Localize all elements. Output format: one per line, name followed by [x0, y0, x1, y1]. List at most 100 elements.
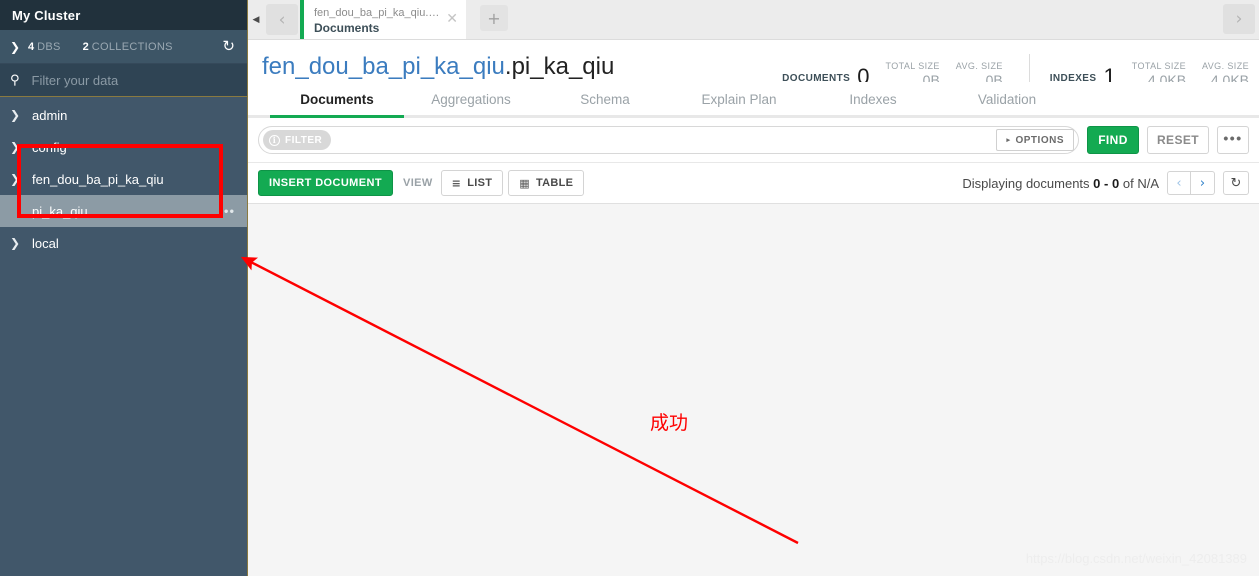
pagination-prev-button[interactable]: ‹ — [1167, 171, 1191, 195]
sidebar: My Cluster ❯ 4 DBS 2 COLLECTIONS ↻ ⚲ ❯ a… — [0, 0, 248, 576]
database-name: local — [32, 235, 59, 251]
tab-label: Explain Plan — [701, 92, 777, 107]
tab-documents[interactable]: fen_dou_ba_pi_ka_qiu.pi… Documents ✕ — [300, 0, 466, 39]
reset-label: RESET — [1156, 133, 1199, 147]
tab-back-button[interactable]: ‹ — [266, 4, 298, 35]
sidebar-filter-row[interactable]: ⚲ — [0, 64, 247, 97]
pagination-total: N/A — [1137, 175, 1159, 191]
cluster-title: My Cluster — [12, 7, 81, 23]
view-list-button[interactable]: ≡ LIST — [440, 170, 504, 196]
info-icon: i — [269, 134, 280, 146]
documents-avg-size-label: AVG. SIZE — [955, 61, 1003, 71]
tab-aggregations[interactable]: Aggregations — [404, 92, 538, 115]
documents-list-area: https://blog.csdn.net/weixin_42081389 — [248, 204, 1259, 576]
tab-documents-nav[interactable]: Documents — [270, 92, 404, 118]
breadcrumb-database[interactable]: fen_dou_ba_pi_ka_qiu — [262, 53, 505, 80]
query-more-button[interactable]: ••• — [1217, 126, 1249, 154]
search-input[interactable] — [29, 71, 220, 89]
close-icon[interactable]: ✕ — [446, 11, 458, 27]
breadcrumb-collection: pi_ka_qiu — [511, 53, 615, 80]
add-tab-button[interactable]: + — [480, 5, 508, 31]
collection-tabs: Documents Aggregations Schema Explain Pl… — [248, 82, 1259, 118]
tab-subtitle: Documents — [314, 21, 380, 35]
find-button[interactable]: FIND — [1087, 126, 1139, 154]
database-tree: ❯ admin ❯ config ❯ fen_dou_ba_pi_ka_qiu … — [0, 97, 247, 576]
pagination-of: of — [1122, 175, 1134, 191]
tab-explain-plan[interactable]: Explain Plan — [672, 92, 806, 115]
search-icon: ⚲ — [10, 72, 20, 88]
collection-overflow-icon[interactable]: •• — [224, 204, 235, 219]
pagination-start: 0 — [1093, 175, 1101, 191]
pagination-next-button[interactable]: › — [1191, 171, 1215, 195]
tab-label: Aggregations — [431, 92, 511, 107]
databases-summary-row[interactable]: ❯ 4 DBS 2 COLLECTIONS ↻ — [0, 30, 247, 64]
sidebar-item-admin[interactable]: ❯ admin — [0, 99, 247, 131]
collections-label: COLLECTIONS — [91, 40, 173, 53]
reset-button[interactable]: RESET — [1147, 126, 1209, 154]
watermark: https://blog.csdn.net/weixin_42081389 — [1025, 551, 1247, 566]
filter-badge[interactable]: i FILTER — [263, 130, 332, 150]
options-button[interactable]: ▸ OPTIONS — [996, 129, 1074, 151]
table-icon: ▦ — [519, 176, 530, 190]
pagination-status: Displaying documents 0 - 0 of N/A — [962, 176, 1159, 191]
pagination-end: 0 — [1112, 175, 1120, 191]
dbs-count: 4 — [28, 40, 35, 53]
cluster-header: My Cluster — [0, 0, 247, 30]
chevron-right-icon[interactable]: ❯ — [10, 140, 32, 154]
database-name: fen_dou_ba_pi_ka_qiu — [32, 171, 164, 187]
tab-strip: ◀ ‹ fen_dou_ba_pi_ka_qiu.pi… Documents ✕… — [248, 0, 1259, 40]
find-label: FIND — [1098, 133, 1128, 147]
insert-document-button[interactable]: INSERT DOCUMENT — [258, 170, 393, 196]
pagination-prefix: Displaying documents — [962, 175, 1090, 191]
pagination-dash: - — [1104, 175, 1109, 191]
filter-input-wrapper[interactable]: i FILTER ▸ OPTIONS — [258, 126, 1079, 154]
table-label: TABLE — [535, 177, 574, 189]
chevron-right-icon[interactable]: ❯ — [10, 108, 32, 122]
tab-validation[interactable]: Validation — [940, 92, 1074, 115]
tab-forward-button[interactable]: › — [1223, 4, 1255, 34]
list-icon: ≡ — [451, 176, 462, 190]
breadcrumb-separator: . — [504, 53, 512, 80]
sidebar-item-fen-dou-ba-pi-ka-qiu[interactable]: ❯ fen_dou_ba_pi_ka_qiu — [0, 163, 247, 195]
collections-count: 2 — [82, 40, 89, 53]
pagination: Displaying documents 0 - 0 of N/A ‹ › ↻ — [962, 171, 1249, 195]
dbs-counter: 4 DBS — [28, 41, 61, 53]
view-table-button[interactable]: ▦ TABLE — [508, 170, 585, 196]
list-label: LIST — [467, 177, 493, 189]
refresh-icon[interactable]: ↻ — [222, 39, 235, 54]
collection-name: pi_ka_qiu — [32, 203, 88, 219]
app-window: My Cluster ❯ 4 DBS 2 COLLECTIONS ↻ ⚲ ❯ a… — [0, 0, 1259, 576]
dbs-label: DBS — [37, 40, 61, 53]
collection-header: fen_dou_ba_pi_ka_qiu.pi_ka_qiu DOCUMENTS… — [248, 40, 1259, 88]
tab-schema[interactable]: Schema — [538, 92, 672, 115]
ellipsis-icon: ••• — [1223, 129, 1243, 146]
insert-document-label: INSERT DOCUMENT — [269, 177, 382, 189]
chevron-right-icon: ▸ — [1006, 137, 1011, 144]
chevron-right-icon[interactable]: ❯ — [10, 236, 32, 250]
query-bar: i FILTER ▸ OPTIONS FIND RESET ••• — [248, 118, 1259, 163]
tab-label: Schema — [580, 92, 630, 107]
main-panel: ◀ ‹ fen_dou_ba_pi_ka_qiu.pi… Documents ✕… — [248, 0, 1259, 576]
sidebar-item-pi-ka-qiu[interactable]: pi_ka_qiu •• — [0, 195, 247, 227]
tab-namespace: fen_dou_ba_pi_ka_qiu.pi… — [314, 7, 442, 19]
sidebar-item-local[interactable]: ❯ local — [0, 227, 247, 259]
tab-label: Indexes — [849, 92, 897, 107]
database-name: config — [32, 139, 67, 155]
sidebar-item-config[interactable]: ❯ config — [0, 131, 247, 163]
pagination-refresh-button[interactable]: ↻ — [1223, 171, 1249, 195]
collections-counter: 2 COLLECTIONS — [83, 41, 173, 53]
documents-total-size-label: TOTAL SIZE — [885, 61, 940, 71]
tab-indexes[interactable]: Indexes — [806, 92, 940, 115]
chevron-down-icon[interactable]: ❯ — [10, 172, 32, 186]
indexes-avg-size-label: AVG. SIZE — [1202, 61, 1249, 71]
tab-label: Documents — [300, 92, 374, 107]
documents-toolbar: INSERT DOCUMENT VIEW ≡ LIST ▦ TABLE Disp… — [248, 163, 1259, 204]
database-name: admin — [32, 107, 68, 123]
chevron-right-icon[interactable]: ❯ — [10, 40, 28, 54]
indexes-total-size-label: TOTAL SIZE — [1131, 61, 1187, 71]
sidebar-collapse-icon[interactable]: ◀ — [248, 0, 264, 39]
filter-badge-label: FILTER — [285, 134, 323, 146]
options-label: OPTIONS — [1015, 134, 1064, 146]
view-label: VIEW — [402, 177, 433, 189]
annotation-label: 成功 — [650, 412, 689, 434]
